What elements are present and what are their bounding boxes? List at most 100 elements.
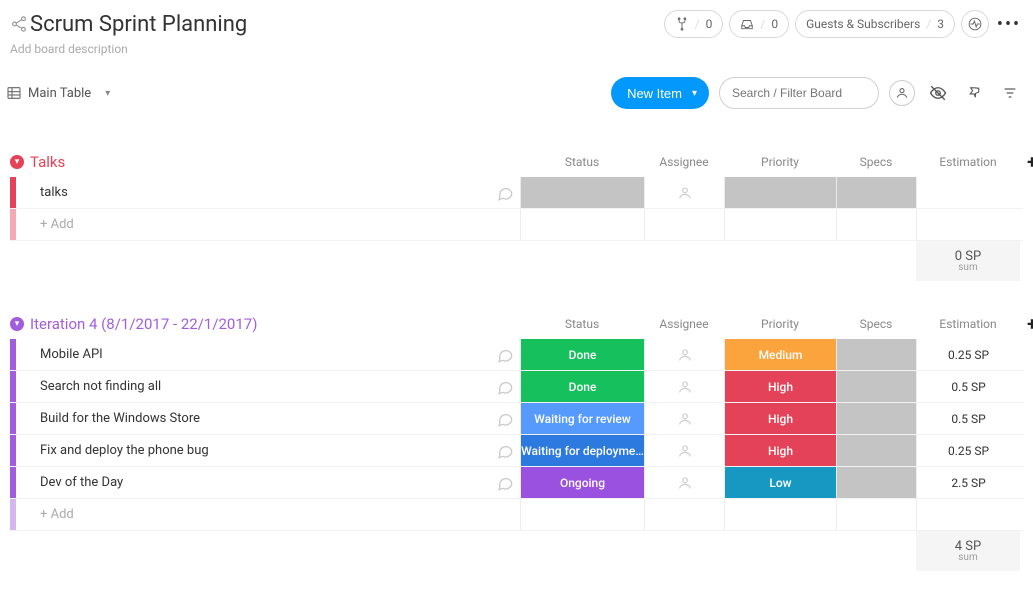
specs-cell[interactable] bbox=[836, 339, 916, 370]
table-row[interactable]: Dev of the Day Ongoing Low 2.5 SP bbox=[10, 467, 1023, 499]
status-cell[interactable]: Ongoing bbox=[520, 467, 644, 498]
col-estimation[interactable]: Estimation bbox=[916, 155, 1020, 169]
row-color-bar bbox=[10, 403, 16, 434]
add-description[interactable]: Add board description bbox=[10, 42, 128, 56]
assignee-cell[interactable] bbox=[644, 339, 724, 370]
estimation-cell[interactable] bbox=[916, 177, 1020, 208]
col-status[interactable]: Status bbox=[520, 317, 644, 331]
guests-pill[interactable]: Guests & Subscribers / 3 bbox=[795, 10, 955, 38]
assignee-cell[interactable] bbox=[644, 467, 724, 498]
assignee-cell[interactable] bbox=[644, 177, 724, 208]
row-color-bar bbox=[10, 177, 16, 208]
more-icon[interactable]: ••• bbox=[995, 10, 1023, 38]
add-column-icon[interactable]: + bbox=[1020, 314, 1033, 335]
row-color-bar bbox=[10, 339, 16, 370]
estimation-sum: 0 SPsum bbox=[916, 241, 1020, 281]
add-item-row[interactable]: + Add bbox=[10, 209, 1023, 241]
search-input[interactable] bbox=[732, 86, 866, 100]
col-assignee[interactable]: Assignee bbox=[644, 155, 724, 169]
col-priority[interactable]: Priority bbox=[724, 155, 836, 169]
specs-cell[interactable] bbox=[836, 403, 916, 434]
specs-cell[interactable] bbox=[836, 435, 916, 466]
assignee-cell[interactable] bbox=[644, 371, 724, 402]
row-color-bar bbox=[10, 371, 16, 402]
chevron-down-icon: ▾ bbox=[105, 88, 110, 99]
item-name[interactable]: Build for the Windows Store bbox=[24, 411, 490, 426]
fork-count: 0 bbox=[706, 17, 713, 31]
guests-count: 3 bbox=[937, 17, 944, 31]
assignee-cell[interactable] bbox=[644, 435, 724, 466]
table-row[interactable]: talks bbox=[10, 177, 1023, 209]
group-title[interactable]: Talks bbox=[30, 153, 65, 171]
add-item-placeholder[interactable]: + Add bbox=[24, 217, 490, 232]
add-item-placeholder[interactable]: + Add bbox=[24, 507, 490, 522]
person-filter-icon[interactable] bbox=[889, 80, 915, 106]
chat-icon[interactable] bbox=[490, 184, 520, 202]
status-cell[interactable]: Done bbox=[520, 339, 644, 370]
col-specs[interactable]: Specs bbox=[836, 155, 916, 169]
col-status[interactable]: Status bbox=[520, 155, 644, 169]
specs-cell[interactable] bbox=[836, 177, 916, 208]
chat-icon[interactable] bbox=[490, 378, 520, 396]
fork-pill[interactable]: / 0 bbox=[664, 10, 724, 38]
collapse-icon[interactable]: ▾ bbox=[10, 317, 24, 331]
priority-cell[interactable]: Low bbox=[724, 467, 836, 498]
item-name[interactable]: Search not finding all bbox=[24, 379, 490, 394]
estimation-cell[interactable]: 2.5 SP bbox=[916, 467, 1020, 498]
board-title[interactable]: Scrum Sprint Planning bbox=[30, 12, 247, 37]
status-cell[interactable] bbox=[520, 177, 644, 208]
view-name: Main Table bbox=[28, 86, 91, 101]
row-color-bar bbox=[10, 209, 16, 240]
estimation-cell[interactable]: 0.25 SP bbox=[916, 339, 1020, 370]
priority-cell[interactable]: High bbox=[724, 403, 836, 434]
item-name[interactable]: Fix and deploy the phone bug bbox=[24, 443, 490, 458]
chat-icon[interactable] bbox=[490, 346, 520, 364]
priority-cell[interactable] bbox=[724, 177, 836, 208]
row-color-bar bbox=[10, 467, 16, 498]
col-specs[interactable]: Specs bbox=[836, 317, 916, 331]
chat-icon[interactable] bbox=[490, 474, 520, 492]
col-assignee[interactable]: Assignee bbox=[644, 317, 724, 331]
estimation-sum: 4 SPsum bbox=[916, 531, 1020, 571]
status-cell[interactable]: Done bbox=[520, 371, 644, 402]
share-icon bbox=[10, 15, 28, 33]
specs-cell[interactable] bbox=[836, 467, 916, 498]
status-cell[interactable]: Waiting for review bbox=[520, 403, 644, 434]
estimation-cell[interactable]: 0.5 SP bbox=[916, 403, 1020, 434]
estimation-cell[interactable]: 0.25 SP bbox=[916, 435, 1020, 466]
collapse-icon[interactable]: ▾ bbox=[10, 155, 24, 169]
tray-pill[interactable]: / 0 bbox=[729, 10, 789, 38]
table-row[interactable]: Search not finding all Done High 0.5 SP bbox=[10, 371, 1023, 403]
filter-icon[interactable] bbox=[997, 80, 1023, 106]
search-input-wrapper[interactable] bbox=[719, 77, 879, 109]
col-estimation[interactable]: Estimation bbox=[916, 317, 1020, 331]
priority-cell[interactable]: Medium bbox=[724, 339, 836, 370]
table-row[interactable]: Build for the Windows Store Waiting for r… bbox=[10, 403, 1023, 435]
add-item-row[interactable]: + Add bbox=[10, 499, 1023, 531]
table-icon bbox=[6, 85, 22, 101]
new-item-label: New Item bbox=[627, 86, 682, 101]
priority-cell[interactable]: High bbox=[724, 371, 836, 402]
pin-icon[interactable] bbox=[961, 80, 987, 106]
assignee-cell[interactable] bbox=[644, 403, 724, 434]
add-column-icon[interactable]: + bbox=[1020, 152, 1033, 173]
table-row[interactable]: Fix and deploy the phone bug Waiting for … bbox=[10, 435, 1023, 467]
table-row[interactable]: Mobile API Done Medium 0.25 SP bbox=[10, 339, 1023, 371]
estimation-cell[interactable]: 0.5 SP bbox=[916, 371, 1020, 402]
eye-hide-icon[interactable] bbox=[925, 80, 951, 106]
chevron-down-icon: ▾ bbox=[692, 88, 697, 99]
chat-icon[interactable] bbox=[490, 410, 520, 428]
col-priority[interactable]: Priority bbox=[724, 317, 836, 331]
priority-cell[interactable]: High bbox=[724, 435, 836, 466]
new-item-button[interactable]: New Item ▾ bbox=[611, 77, 709, 109]
item-name[interactable]: talks bbox=[24, 185, 490, 200]
group-title[interactable]: Iteration 4 (8/1/2017 - 22/1/2017) bbox=[30, 315, 257, 333]
status-cell[interactable]: Waiting for deployme… bbox=[520, 435, 644, 466]
item-name[interactable]: Mobile API bbox=[24, 347, 490, 362]
specs-cell[interactable] bbox=[836, 371, 916, 402]
row-color-bar bbox=[10, 435, 16, 466]
item-name[interactable]: Dev of the Day bbox=[24, 475, 490, 490]
chat-icon[interactable] bbox=[490, 442, 520, 460]
activity-icon[interactable] bbox=[961, 10, 989, 38]
view-selector[interactable]: Main Table ▾ bbox=[6, 85, 110, 101]
